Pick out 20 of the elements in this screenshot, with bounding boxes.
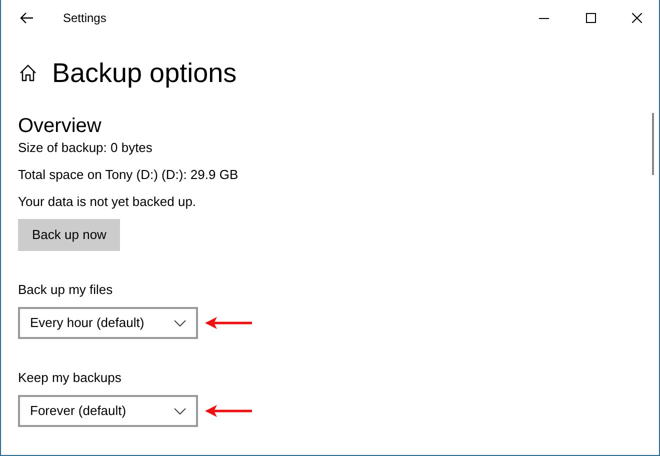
info-text: Size of backup: 0 bytes [18,139,152,156]
annotation-arrow-icon [205,405,253,417]
dropdown[interactable]: Every hour (default) [18,307,198,339]
maximize-icon[interactable] [586,13,596,23]
back-arrow-icon[interactable] [20,12,34,24]
info-text: Your data is not yet backed up. [18,193,196,210]
setting-label: Back up my files [18,281,113,298]
scrollbar[interactable] [652,113,654,175]
home-icon[interactable] [19,64,37,82]
window-title: Settings [63,10,106,27]
back-up-now-button[interactable]: Back up now [18,219,120,251]
page-title: Backup options [52,57,237,90]
chevron-down-icon [174,408,186,414]
dropdown[interactable]: Forever (default) [18,395,198,427]
info-text: Total space on Tony (D:) (D:): 29.9 GB [18,166,238,183]
setting-label: Keep my backups [18,369,122,386]
annotation-arrow-icon [205,317,253,329]
close-icon[interactable] [632,13,642,23]
chevron-down-icon [174,320,186,326]
section-heading: Overview [18,114,102,138]
